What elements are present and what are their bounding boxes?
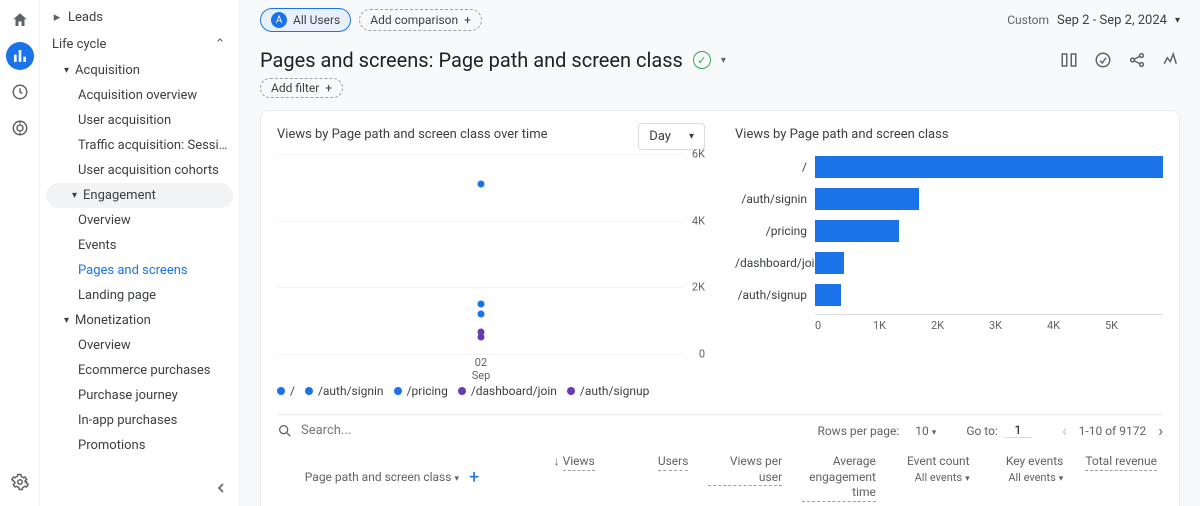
nav-life-cycle[interactable]: Life cycle ⌃: [40, 31, 239, 58]
nav-acq-0[interactable]: Acquisition overview: [40, 83, 239, 108]
nav-leads-label: Leads: [68, 10, 103, 25]
nav-mon-3[interactable]: In-app purchases: [40, 408, 239, 433]
add-dimension-button[interactable]: +: [469, 466, 479, 489]
rail-admin-icon[interactable]: [6, 468, 34, 496]
table-search-input[interactable]: [301, 423, 451, 438]
rail-reports-icon[interactable]: [6, 42, 34, 70]
dim-header[interactable]: Page path and screen class▾: [305, 470, 459, 486]
audience-label: All Users: [293, 13, 340, 27]
col-event-count[interactable]: Event countAll events▾: [890, 454, 976, 502]
rpp-label: Rows per page:: [817, 424, 899, 438]
nav-eng-0[interactable]: Overview: [40, 208, 239, 233]
nav-mon-2[interactable]: Purchase journey: [40, 383, 239, 408]
plus-icon: +: [325, 81, 332, 95]
insights-sparkle-icon[interactable]: [1162, 51, 1180, 69]
rail-advertising-icon[interactable]: [6, 114, 34, 142]
nav-acquisition[interactable]: ▾Acquisition: [40, 58, 239, 83]
nav-life-cycle-label: Life cycle: [52, 37, 106, 52]
date-range-value: Sep 2 - Sep 2, 2024: [1057, 13, 1167, 28]
customize-icon[interactable]: [1060, 51, 1078, 69]
chart-legend: //auth/signin/pricing/dashboard/join/aut…: [277, 384, 705, 398]
rail-home-icon[interactable]: [6, 6, 34, 34]
nav-eng-3[interactable]: Landing page: [40, 283, 239, 308]
chart-right-title: Views by Page path and screen class: [735, 127, 1163, 142]
col-avg-eng[interactable]: Average engagement time: [796, 454, 882, 502]
add-comparison-label: Add comparison: [370, 13, 458, 27]
granularity-value: Day: [649, 129, 671, 144]
sidebar-collapse-button[interactable]: [213, 480, 229, 496]
add-filter-button[interactable]: Add filter +: [260, 78, 343, 98]
nav-mon-0[interactable]: Overview: [40, 333, 239, 358]
add-comparison-button[interactable]: Add comparison +: [359, 9, 482, 31]
col-key-events[interactable]: Key eventsAll events▾: [984, 454, 1070, 502]
col-views[interactable]: ↓ Views: [515, 454, 601, 502]
nav-monetization-label: Monetization: [75, 313, 151, 328]
nav-acq-1[interactable]: User acquisition: [40, 108, 239, 133]
nav-engagement[interactable]: ▾Engagement: [46, 183, 233, 208]
insight-icon[interactable]: [1094, 51, 1112, 69]
scatter-chart: 02K4K6K02Sep: [277, 154, 685, 354]
title-dropdown[interactable]: ▾: [721, 55, 726, 66]
chevron-up-icon: ⌃: [215, 37, 225, 52]
nav-eng-2[interactable]: Pages and screens: [40, 258, 239, 283]
pager-next[interactable]: ›: [1158, 421, 1163, 440]
bar-chart: //auth/signin/pricing/dashboard/join/aut…: [735, 154, 1163, 354]
chevron-down-icon: ▾: [689, 131, 694, 142]
nav-eng-1[interactable]: Events: [40, 233, 239, 258]
col-views-per-user[interactable]: Views per user: [702, 454, 788, 502]
add-filter-label: Add filter: [271, 81, 319, 95]
plus-icon: +: [464, 13, 471, 27]
col-total-rev[interactable]: Total revenue: [1077, 454, 1163, 502]
nav-acq-3[interactable]: User acquisition cohorts: [40, 158, 239, 183]
pager-prev[interactable]: ‹: [1062, 421, 1067, 440]
granularity-select[interactable]: Day ▾: [638, 123, 705, 150]
goto-label: Go to:: [966, 424, 998, 438]
date-range-label: Custom: [1007, 13, 1049, 27]
pager-range: 1-10 of 9172: [1079, 424, 1147, 438]
search-icon: [277, 423, 293, 439]
nav-monetization[interactable]: ▾Monetization: [40, 308, 239, 333]
chevron-down-icon: ▾: [1175, 15, 1180, 26]
nav-acq-2[interactable]: Traffic acquisition: Session...: [40, 133, 239, 158]
page-title: Pages and screens: Page path and screen …: [260, 48, 683, 72]
audience-badge: A: [271, 12, 287, 28]
nav-mon-1[interactable]: Ecommerce purchases: [40, 358, 239, 383]
col-users[interactable]: Users: [609, 454, 695, 502]
nav-mon-4[interactable]: Promotions: [40, 433, 239, 458]
share-icon[interactable]: [1128, 51, 1146, 69]
date-range-picker[interactable]: Custom Sep 2 - Sep 2, 2024 ▾: [1007, 13, 1180, 28]
verified-icon: ✓: [693, 51, 711, 69]
rpp-value[interactable]: 10▾: [915, 424, 936, 438]
audience-chip[interactable]: A All Users: [260, 8, 351, 32]
nav-leads[interactable]: ▸Leads: [40, 4, 239, 31]
nav-acquisition-label: Acquisition: [75, 63, 140, 78]
rail-explore-icon[interactable]: [6, 78, 34, 106]
goto-input[interactable]: [1004, 423, 1032, 438]
nav-engagement-label: Engagement: [83, 188, 156, 203]
